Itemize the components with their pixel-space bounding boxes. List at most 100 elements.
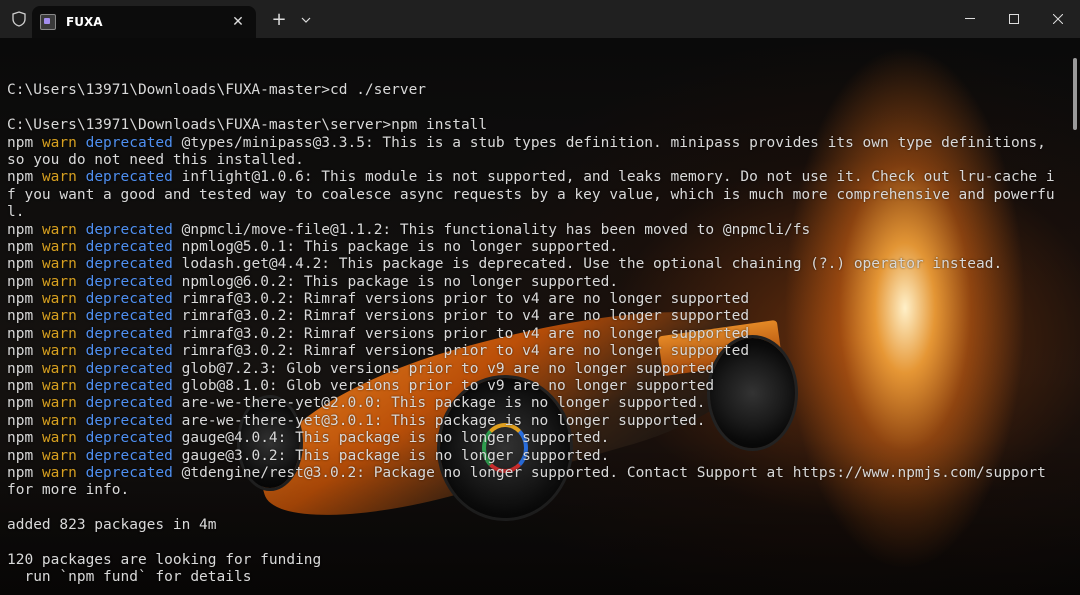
warn-message: gauge@4.0.4: This package is no longer s… <box>172 430 610 447</box>
npm-label: npm <box>7 360 34 377</box>
terminal-line: 120 packages are looking for funding <box>7 552 1060 569</box>
npm-label: npm <box>7 308 34 325</box>
deprecated-label: deprecated <box>85 395 173 412</box>
terminal-line: so you do not need this installed. <box>7 152 1060 169</box>
scrollbar[interactable] <box>1073 58 1077 130</box>
terminal-line: npm warn deprecated rimraf@3.0.2: Rimraf… <box>7 326 1060 343</box>
npm-label: npm <box>7 134 34 151</box>
terminal-line: npm warn deprecated glob@7.2.3: Glob ver… <box>7 361 1060 378</box>
warn-label: warn <box>41 464 77 481</box>
terminal-line: npm warn deprecated @tdengine/rest@3.0.2… <box>7 465 1060 482</box>
warn-message: rimraf@3.0.2: Rimraf versions prior to v… <box>172 291 750 308</box>
warn-label: warn <box>41 325 77 342</box>
terminal-tab-icon <box>40 14 56 30</box>
npm-label: npm <box>7 378 34 395</box>
npm-label: npm <box>7 447 34 464</box>
close-button[interactable] <box>1036 0 1080 38</box>
npm-label: npm <box>7 291 34 308</box>
line-text: run `npm fund` for details <box>7 569 252 586</box>
warn-label: warn <box>41 430 77 447</box>
terminal-line: npm warn deprecated inflight@1.0.6: This… <box>7 169 1060 186</box>
new-tab-button[interactable]: + <box>264 9 294 30</box>
maximize-button[interactable] <box>992 0 1036 38</box>
warn-label: warn <box>41 221 77 238</box>
npm-label: npm <box>7 238 34 255</box>
terminal-line: npm warn deprecated npmlog@5.0.1: This p… <box>7 239 1060 256</box>
warn-label: warn <box>41 412 77 429</box>
terminal-line: for more info. <box>7 482 1060 499</box>
terminal-line: npm warn deprecated @types/minipass@3.3.… <box>7 135 1060 152</box>
tab-fuxa[interactable]: FUXA ✕ <box>32 6 256 38</box>
terminal-output[interactable]: C:\Users\13971\Downloads\FUXA-master>cd … <box>7 65 1060 587</box>
npm-label: npm <box>7 169 34 186</box>
terminal-line: l. <box>7 204 1060 221</box>
terminal-line: C:\Users\13971\Downloads\FUXA-master\ser… <box>7 117 1060 134</box>
terminal-line: npm warn deprecated are-we-there-yet@3.0… <box>7 413 1060 430</box>
terminal-line: npm warn deprecated @npmcli/move-file@1.… <box>7 222 1060 239</box>
npm-label: npm <box>7 430 34 447</box>
deprecated-label: deprecated <box>85 325 173 342</box>
deprecated-label: deprecated <box>85 378 173 395</box>
line-text: f you want a good and tested way to coal… <box>7 186 1055 203</box>
terminal-line: npm warn deprecated gauge@4.0.4: This pa… <box>7 430 1060 447</box>
warn-message: @types/minipass@3.3.5: This is a stub ty… <box>172 134 1046 151</box>
npm-label: npm <box>7 395 34 412</box>
terminal-window: FUXA ✕ + C:\Users\13971\Downloads\FUXA-m… <box>0 0 1080 595</box>
npm-label: npm <box>7 343 34 360</box>
terminal-line: npm warn deprecated rimraf@3.0.2: Rimraf… <box>7 291 1060 308</box>
warn-message: lodash.get@4.4.2: This package is deprec… <box>172 256 1003 273</box>
warn-message: rimraf@3.0.2: Rimraf versions prior to v… <box>172 308 750 325</box>
deprecated-label: deprecated <box>85 464 173 481</box>
warn-message: @tdengine/rest@3.0.2: Package no longer … <box>172 464 1046 481</box>
warn-label: warn <box>41 343 77 360</box>
warn-label: warn <box>41 256 77 273</box>
warn-label: warn <box>41 238 77 255</box>
npm-label: npm <box>7 412 34 429</box>
warn-message: npmlog@6.0.2: This package is no longer … <box>172 273 619 290</box>
warn-label: warn <box>41 134 77 151</box>
deprecated-label: deprecated <box>85 221 173 238</box>
line-text: 120 packages are looking for funding <box>7 551 322 568</box>
warn-message: glob@8.1.0: Glob versions prior to v9 ar… <box>172 378 715 395</box>
terminal-line: npm warn deprecated glob@8.1.0: Glob ver… <box>7 378 1060 395</box>
minimize-button[interactable] <box>948 0 992 38</box>
warn-message: npmlog@5.0.1: This package is no longer … <box>172 238 619 255</box>
npm-label: npm <box>7 256 34 273</box>
line-text: added 823 packages in 4m <box>7 517 217 534</box>
deprecated-label: deprecated <box>85 291 173 308</box>
deprecated-label: deprecated <box>85 430 173 447</box>
npm-label: npm <box>7 273 34 290</box>
terminal-line: added 823 packages in 4m <box>7 517 1060 534</box>
line-text: l. <box>7 204 25 221</box>
warn-label: warn <box>41 169 77 186</box>
warn-message: are-we-there-yet@3.0.1: This package is … <box>172 412 706 429</box>
warn-label: warn <box>41 447 77 464</box>
npm-label: npm <box>7 464 34 481</box>
npm-label: npm <box>7 221 34 238</box>
deprecated-label: deprecated <box>85 256 173 273</box>
warn-label: warn <box>41 395 77 412</box>
tab-title: FUXA <box>66 15 103 29</box>
deprecated-label: deprecated <box>85 412 173 429</box>
terminal-line: npm warn deprecated lodash.get@4.4.2: Th… <box>7 256 1060 273</box>
deprecated-label: deprecated <box>85 273 173 290</box>
line-text: C:\Users\13971\Downloads\FUXA-master\ser… <box>7 117 488 134</box>
terminal-line: npm warn deprecated rimraf@3.0.2: Rimraf… <box>7 308 1060 325</box>
line-text: so you do not need this installed. <box>7 151 304 168</box>
terminal-line: f you want a good and tested way to coal… <box>7 187 1060 204</box>
tab-close-icon[interactable]: ✕ <box>226 14 250 30</box>
chevron-down-icon[interactable] <box>294 12 318 26</box>
deprecated-label: deprecated <box>85 169 173 186</box>
warn-label: warn <box>41 273 77 290</box>
line-text: C:\Users\13971\Downloads\FUXA-master>cd … <box>7 82 427 99</box>
terminal-line: run `npm fund` for details <box>7 569 1060 586</box>
terminal-content[interactable]: C:\Users\13971\Downloads\FUXA-master>cd … <box>0 38 1080 595</box>
deprecated-label: deprecated <box>85 343 173 360</box>
terminal-line: C:\Users\13971\Downloads\FUXA-master>cd … <box>7 82 1060 99</box>
npm-label: npm <box>7 325 34 342</box>
window-controls <box>948 0 1080 38</box>
warn-label: warn <box>41 291 77 308</box>
